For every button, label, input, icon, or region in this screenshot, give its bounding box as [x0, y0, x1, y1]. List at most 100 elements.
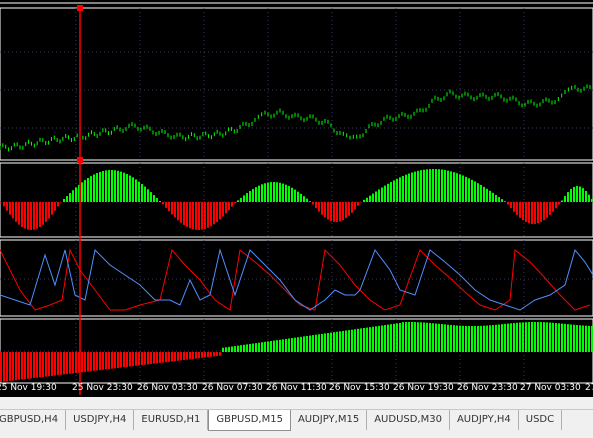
- tab-audjpy-h4[interactable]: AUDJPY,H4: [450, 410, 519, 430]
- trend-histogram-bar: [216, 352, 218, 357]
- trend-histogram-bar: [30, 352, 32, 379]
- histogram-bar: [462, 175, 464, 202]
- trend-histogram-bar: [381, 325, 383, 352]
- trend-histogram-bar: [369, 327, 371, 352]
- histogram-bar: [495, 194, 497, 202]
- trend-histogram-bar: [333, 332, 335, 352]
- trend-histogram-bar: [24, 352, 26, 380]
- histogram-bar: [381, 187, 383, 202]
- histogram-bar: [465, 176, 467, 202]
- trend-histogram-bar: [21, 352, 23, 380]
- trend-histogram-bar: [99, 352, 101, 371]
- trend-histogram-bar: [492, 325, 494, 352]
- trend-histogram-bar: [336, 331, 338, 352]
- trend-histogram-bar: [537, 322, 539, 352]
- tab-gbpusd-h4[interactable]: GBPUSD,H4: [0, 410, 67, 430]
- tab-usdc[interactable]: USDC: [519, 410, 563, 430]
- histogram-bar: [402, 175, 404, 202]
- trend-histogram-bar: [462, 325, 464, 352]
- histogram-bar: [105, 170, 107, 202]
- trend-histogram-bar: [231, 346, 233, 352]
- histogram-bar: [30, 202, 32, 230]
- trend-histogram-bar: [48, 352, 50, 377]
- histogram-bar: [513, 202, 515, 212]
- trend-histogram-bar: [555, 322, 557, 352]
- histogram-bar: [396, 178, 398, 202]
- trend-histogram-bar: [360, 328, 362, 352]
- histogram-bar: [12, 202, 14, 219]
- trend-histogram-bar: [42, 352, 44, 377]
- histogram-bar: [219, 202, 221, 220]
- trend-histogram-bar: [573, 324, 575, 352]
- histogram-bar: [213, 202, 215, 225]
- histogram-bar: [141, 184, 143, 202]
- histogram-bar: [531, 202, 533, 224]
- histogram-bar: [18, 202, 20, 225]
- histogram-bar: [69, 193, 71, 202]
- tab-audusd-m30[interactable]: AUDUSD,M30: [367, 410, 450, 430]
- horizontal-scrollbar[interactable]: [0, 397, 593, 409]
- histogram-bar: [183, 202, 185, 225]
- histogram-bar: [276, 182, 278, 202]
- chart-canvas[interactable]: [0, 0, 593, 395]
- trend-histogram-bar: [465, 325, 467, 352]
- histogram-bar: [441, 169, 443, 202]
- histogram-bar: [240, 197, 242, 202]
- tab-strip: GBPUSD,H4 USDJPY,H4 EURUSD,H1 GBPUSD,M15 AUD…: [0, 410, 563, 431]
- histogram-bar: [33, 202, 35, 230]
- histogram-bar: [6, 202, 8, 211]
- chart-area[interactable]: 25 Nov 19:30 25 Nov 23:30 26 Nov 03:30 26 N…: [0, 0, 593, 395]
- trend-histogram-bar: [528, 322, 530, 352]
- trend-histogram-bar: [183, 352, 185, 361]
- histogram-bar: [228, 202, 230, 211]
- trend-histogram-bar: [495, 324, 497, 352]
- histogram-bar: [15, 202, 17, 222]
- trend-histogram-bar: [510, 323, 512, 352]
- histogram-bar: [96, 173, 98, 202]
- histogram-bar: [342, 202, 344, 221]
- histogram-bar: [537, 202, 539, 224]
- histogram-bar: [60, 202, 62, 203]
- trend-histogram-bar: [525, 322, 527, 352]
- histogram-bar: [252, 188, 254, 202]
- histogram-bar: [480, 184, 482, 202]
- histogram-bar: [291, 187, 293, 202]
- trend-histogram-bar: [438, 323, 440, 352]
- trend-histogram-bar: [0, 352, 2, 382]
- trend-histogram-bar: [375, 326, 377, 352]
- trend-histogram-bar: [543, 322, 545, 352]
- histogram-bar: [477, 183, 479, 202]
- histogram-bar: [324, 202, 326, 218]
- histogram-bar: [57, 202, 59, 207]
- histogram-bar: [0, 202, 2, 203]
- histogram-bar: [555, 202, 557, 209]
- trend-histogram-bar: [420, 322, 422, 352]
- trend-histogram-bar: [561, 323, 563, 352]
- tab-gbpusd-m15[interactable]: GBPUSD,M15: [208, 410, 291, 431]
- histogram-bar: [135, 179, 137, 202]
- histogram-bar: [498, 197, 500, 202]
- trend-histogram-bar: [384, 325, 386, 352]
- histogram-bar: [147, 189, 149, 202]
- tab-eurusd-h1[interactable]: EURUSD,H1: [134, 410, 209, 430]
- histogram-bar: [153, 195, 155, 202]
- histogram-bar: [438, 169, 440, 202]
- trend-histogram-bar: [480, 325, 482, 352]
- histogram-bar: [234, 202, 236, 204]
- histogram-bar: [204, 202, 206, 229]
- trend-histogram-bar: [342, 330, 344, 352]
- trend-histogram-bar: [327, 333, 329, 352]
- trend-histogram-bar: [264, 341, 266, 352]
- tab-audjpy-m15[interactable]: AUDJPY,M15: [291, 410, 368, 430]
- histogram-bar: [471, 179, 473, 202]
- histogram-bar: [93, 174, 95, 202]
- histogram-bar: [186, 202, 188, 227]
- histogram-bar: [132, 177, 134, 202]
- trend-histogram-bar: [303, 336, 305, 352]
- time-axis: 25 Nov 19:30 25 Nov 23:30 26 Nov 03:30 26 N…: [0, 383, 593, 397]
- tab-usdjpy-h4[interactable]: USDJPY,H4: [66, 410, 135, 430]
- trend-histogram-bar: [210, 352, 212, 357]
- time-axis-label: 27 Nov 03:30: [520, 383, 581, 393]
- trend-histogram-bar: [162, 352, 164, 363]
- time-axis-label: 26 Nov 15:30: [329, 383, 390, 393]
